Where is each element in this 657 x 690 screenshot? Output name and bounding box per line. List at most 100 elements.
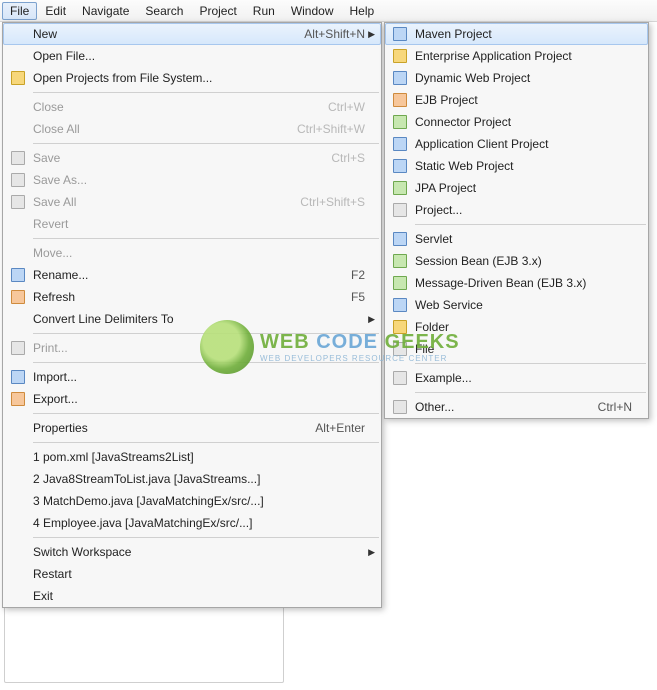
blue-icon <box>7 369 29 385</box>
menu-item-label: Message-Driven Bean (EJB 3.x) <box>415 276 632 290</box>
menu-item-label: Dynamic Web Project <box>415 71 632 85</box>
menu-item-label: Switch Workspace <box>33 545 365 559</box>
menu-item-shortcut: Ctrl+S <box>331 151 365 165</box>
gray-icon <box>389 341 411 357</box>
new-menu-item-connector-project[interactable]: Connector Project <box>385 111 648 133</box>
file-menu-item-save-all: Save AllCtrl+Shift+S <box>3 191 381 213</box>
blue-icon <box>389 158 411 174</box>
menubar-item-window[interactable]: Window <box>283 2 342 20</box>
file-menu-item-close-all: Close AllCtrl+Shift+W <box>3 118 381 140</box>
menu-item-label: 2 Java8StreamToList.java [JavaStreams...… <box>33 472 365 486</box>
file-menu-item-export[interactable]: Export... <box>3 388 381 410</box>
file-menu-item-new[interactable]: NewAlt+Shift+N▶ <box>3 23 381 45</box>
menu-item-label: Maven Project <box>415 27 632 41</box>
blue-icon <box>7 267 29 283</box>
file-menu-item-open-projects-from-file-system[interactable]: Open Projects from File System... <box>3 67 381 89</box>
file-menu-item-restart[interactable]: Restart <box>3 563 381 585</box>
green-icon <box>389 253 411 269</box>
file-menu-item-import[interactable]: Import... <box>3 366 381 388</box>
new-menu-item-web-service[interactable]: Web Service <box>385 294 648 316</box>
new-menu-item-application-client-project[interactable]: Application Client Project <box>385 133 648 155</box>
menubar-item-help[interactable]: Help <box>342 2 383 20</box>
menubar: FileEditNavigateSearchProjectRunWindowHe… <box>0 0 657 22</box>
new-menu-item-example[interactable]: Example... <box>385 367 648 389</box>
file-menu-item-exit[interactable]: Exit <box>3 585 381 607</box>
gray-icon <box>7 340 29 356</box>
menu-item-shortcut: Alt+Shift+N <box>304 27 365 41</box>
new-menu-item-enterprise-application-project[interactable]: Enterprise Application Project <box>385 45 648 67</box>
menu-item-label: Web Service <box>415 298 632 312</box>
menu-separator <box>415 224 646 225</box>
menu-item-label: Save As... <box>33 173 365 187</box>
none-icon <box>7 99 29 115</box>
menu-item-shortcut: Ctrl+N <box>598 400 632 414</box>
new-menu-item-project[interactable]: Project... <box>385 199 648 221</box>
menu-item-label: Export... <box>33 392 365 406</box>
menubar-item-navigate[interactable]: Navigate <box>74 2 137 20</box>
menu-item-label: Convert Line Delimiters To <box>33 312 365 326</box>
file-menu-item-save: SaveCtrl+S <box>3 147 381 169</box>
submenu-arrow-icon: ▶ <box>365 29 375 40</box>
none-icon <box>7 566 29 582</box>
menubar-item-search[interactable]: Search <box>137 2 191 20</box>
menubar-item-edit[interactable]: Edit <box>37 2 74 20</box>
new-menu-item-jpa-project[interactable]: JPA Project <box>385 177 648 199</box>
file-menu-item-1-pom-xml-javastreams2list[interactable]: 1 pom.xml [JavaStreams2List] <box>3 446 381 468</box>
menu-item-label: Refresh <box>33 290 339 304</box>
file-menu-item-2-java8streamtolist-java-javastreams[interactable]: 2 Java8StreamToList.java [JavaStreams...… <box>3 468 381 490</box>
file-menu-item-rename[interactable]: Rename...F2 <box>3 264 381 286</box>
orange-icon <box>7 289 29 305</box>
gray-icon <box>389 202 411 218</box>
menu-item-label: Revert <box>33 217 365 231</box>
file-menu-item-properties[interactable]: PropertiesAlt+Enter <box>3 417 381 439</box>
menu-item-label: Close All <box>33 122 285 136</box>
new-submenu-dropdown: Maven Project Enterprise Application Proj… <box>384 22 649 419</box>
menu-item-shortcut: F5 <box>351 290 365 304</box>
new-menu-item-static-web-project[interactable]: Static Web Project <box>385 155 648 177</box>
file-menu-item-4-employee-java-javamatchingex-src[interactable]: 4 Employee.java [JavaMatchingEx/src/...] <box>3 512 381 534</box>
menubar-item-project[interactable]: Project <box>191 2 244 20</box>
menu-item-label: Folder <box>415 320 632 334</box>
blue-icon <box>389 297 411 313</box>
file-menu-item-open-file[interactable]: Open File... <box>3 45 381 67</box>
file-menu-item-3-matchdemo-java-javamatchingex-src[interactable]: 3 MatchDemo.java [JavaMatchingEx/src/...… <box>3 490 381 512</box>
none-icon <box>7 588 29 604</box>
none-icon <box>7 216 29 232</box>
menu-item-label: Save All <box>33 195 288 209</box>
menu-item-label: JPA Project <box>415 181 632 195</box>
menu-separator <box>33 92 379 93</box>
gray-icon <box>7 150 29 166</box>
new-menu-item-session-bean-ejb-3-x[interactable]: Session Bean (EJB 3.x) <box>385 250 648 272</box>
menubar-item-run[interactable]: Run <box>245 2 283 20</box>
file-menu-item-convert-line-delimiters-to[interactable]: Convert Line Delimiters To▶ <box>3 308 381 330</box>
gray-icon <box>389 370 411 386</box>
menubar-item-file[interactable]: File <box>2 2 37 20</box>
gray-icon <box>389 399 411 415</box>
new-menu-item-servlet[interactable]: Servlet <box>385 228 648 250</box>
menu-item-label: Enterprise Application Project <box>415 49 632 63</box>
orange-icon <box>7 391 29 407</box>
file-menu-item-move: Move... <box>3 242 381 264</box>
new-menu-item-file[interactable]: File <box>385 338 648 360</box>
green-icon <box>389 114 411 130</box>
menu-item-label: Rename... <box>33 268 339 282</box>
menu-separator <box>33 333 379 334</box>
new-menu-item-folder[interactable]: Folder <box>385 316 648 338</box>
file-menu-item-refresh[interactable]: Refresh F5 <box>3 286 381 308</box>
menu-item-label: Servlet <box>415 232 632 246</box>
new-menu-item-maven-project[interactable]: Maven Project <box>385 23 648 45</box>
none-icon <box>7 471 29 487</box>
menu-item-label: 3 MatchDemo.java [JavaMatchingEx/src/...… <box>33 494 365 508</box>
new-menu-item-message-driven-bean-ejb-3-x[interactable]: Message-Driven Bean (EJB 3.x) <box>385 272 648 294</box>
menu-item-label: Open File... <box>33 49 365 63</box>
new-menu-item-other[interactable]: Other...Ctrl+N <box>385 396 648 418</box>
menu-separator <box>33 537 379 538</box>
menu-item-label: File <box>415 342 632 356</box>
menu-item-label: Example... <box>415 371 632 385</box>
menu-item-label: Exit <box>33 589 365 603</box>
menu-item-label: Project... <box>415 203 632 217</box>
menu-separator <box>33 362 379 363</box>
new-menu-item-ejb-project[interactable]: EJB Project <box>385 89 648 111</box>
new-menu-item-dynamic-web-project[interactable]: Dynamic Web Project <box>385 67 648 89</box>
file-menu-item-switch-workspace[interactable]: Switch Workspace▶ <box>3 541 381 563</box>
